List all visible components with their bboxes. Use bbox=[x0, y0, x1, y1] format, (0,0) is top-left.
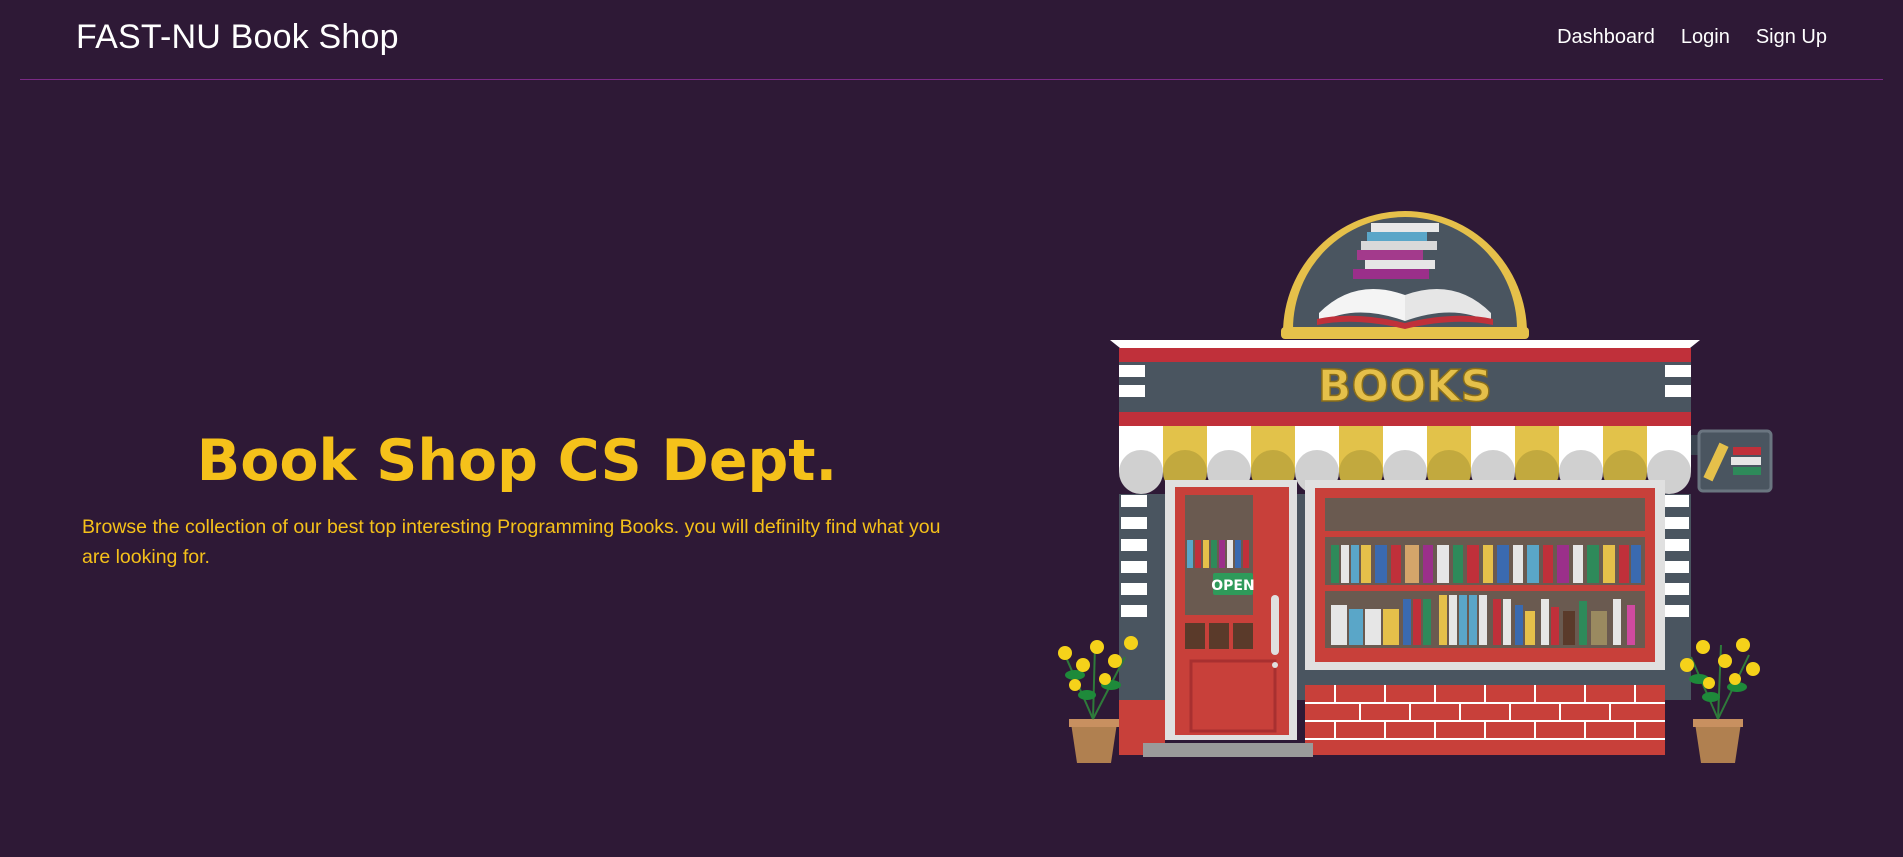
books-sign-text: BOOKS bbox=[1318, 361, 1492, 412]
hero-title: Book Shop CS Dept. bbox=[196, 428, 838, 494]
brand-link[interactable]: FAST-NU Book Shop bbox=[76, 18, 399, 57]
hero-description: Browse the collection of our best top in… bbox=[82, 516, 941, 568]
shop-door: OPEN bbox=[1165, 480, 1297, 740]
nav-login-link[interactable]: Login bbox=[1681, 26, 1730, 49]
right-flower-pot bbox=[1680, 638, 1760, 763]
nav-links: Dashboard Login Sign Up bbox=[1557, 26, 1827, 49]
bookshop-illustration: BOOKS OPEN bbox=[1058, 211, 1773, 763]
open-sign-text: OPEN bbox=[1211, 578, 1254, 594]
top-navbar: FAST-NU Book Shop Dashboard Login Sign U… bbox=[20, 0, 1883, 80]
book-emblem-sign bbox=[1281, 211, 1529, 339]
book-window bbox=[1305, 480, 1665, 670]
nav-dashboard-link[interactable]: Dashboard bbox=[1557, 26, 1655, 49]
nav-signup-link[interactable]: Sign Up bbox=[1756, 26, 1827, 49]
